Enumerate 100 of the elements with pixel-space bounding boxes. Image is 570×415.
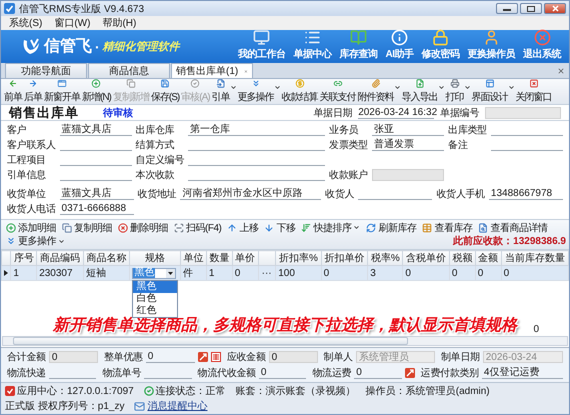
column-header: 当前库存数量 bbox=[501, 250, 568, 266]
toolbar-button[interactable]: 界面设计 bbox=[470, 79, 515, 104]
input-field[interactable]: 0 bbox=[146, 351, 195, 363]
restore-icon bbox=[527, 5, 535, 12]
tab[interactable]: 商品信息 bbox=[88, 63, 170, 78]
edit-icon[interactable] bbox=[198, 352, 208, 362]
header-action-button[interactable]: 修改密码 bbox=[420, 29, 462, 61]
column-header: 序号 bbox=[10, 250, 37, 266]
minimize-button[interactable] bbox=[496, 3, 518, 14]
toolbar-button[interactable]: 新增(N) bbox=[81, 79, 112, 104]
input-field[interactable]: 普通发票 bbox=[372, 139, 444, 151]
status-text: 正式版 授权序列号：p1_zy bbox=[5, 400, 124, 413]
tab[interactable]: 销售出库单(1) bbox=[171, 63, 253, 78]
input-field[interactable]: 0 bbox=[258, 367, 306, 379]
field-label: 业务员 bbox=[329, 124, 360, 137]
input-field[interactable]: 河南省郑州市金水区中原路 bbox=[180, 188, 322, 200]
grid-toolbar-button[interactable]: 扫码(F4) bbox=[172, 221, 224, 234]
window-title: 信管飞RMS专业版 V9.4.673 bbox=[19, 2, 144, 16]
toolbar-button[interactable]: 后单 bbox=[23, 79, 43, 104]
field-label: 收款账户 bbox=[329, 168, 368, 182]
restore-button[interactable] bbox=[520, 3, 542, 14]
input-field[interactable]: 4仅登记运费 bbox=[482, 367, 563, 379]
coin-icon bbox=[294, 79, 306, 88]
toolbar-button[interactable]: 关闭窗口 bbox=[514, 79, 553, 104]
header-action-button[interactable]: 单据中心 bbox=[292, 29, 334, 61]
grid-toolbar-button[interactable]: 复制明细 bbox=[60, 221, 114, 234]
input-field[interactable]: 第一仓库 bbox=[188, 124, 326, 136]
menu-item[interactable]: 帮助(H) bbox=[96, 16, 142, 30]
message-center-link[interactable]: 消息提醒中心 bbox=[147, 399, 208, 413]
sort-icon bbox=[301, 222, 312, 232]
field-label: 应收金额 bbox=[226, 350, 266, 364]
arrow-down-icon bbox=[264, 222, 274, 232]
book-icon bbox=[350, 29, 367, 46]
input-field[interactable] bbox=[485, 106, 561, 118]
arrow-up-icon bbox=[227, 222, 238, 232]
tab[interactable]: 功能导航面 bbox=[5, 63, 87, 78]
grid-toolbar-button[interactable]: 快捷排序 bbox=[299, 221, 362, 234]
table-cell: 0 bbox=[475, 266, 502, 280]
plus-icon bbox=[6, 222, 16, 232]
grid-toolbar-button[interactable]: 更多操作 bbox=[4, 234, 67, 248]
toolbar-button[interactable]: 新窗开单 bbox=[43, 79, 81, 104]
status-text: 连接状态：正常 bbox=[156, 384, 226, 398]
field-label: 客户 bbox=[7, 124, 28, 137]
menu-item[interactable]: 系统(S) bbox=[3, 16, 48, 30]
input-field[interactable]: 蓝猫文具店 bbox=[60, 188, 134, 200]
toolbar-button[interactable]: 导入导出 bbox=[400, 79, 445, 104]
input-field[interactable] bbox=[372, 169, 444, 181]
caret-icon bbox=[58, 238, 65, 244]
column-header: 折扣率% bbox=[276, 250, 322, 266]
header-action-button[interactable]: 库存查询 bbox=[338, 29, 380, 61]
dropdown-option[interactable]: 黑色 bbox=[133, 280, 178, 292]
field-label: 收货人手机 bbox=[436, 188, 485, 201]
column-header: 税额 bbox=[449, 250, 476, 266]
grid-toolbar-button[interactable]: 删除明细 bbox=[116, 221, 170, 234]
field-label: 制单人 bbox=[324, 350, 353, 364]
table-icon bbox=[422, 222, 432, 232]
grid-toolbar-button[interactable]: 查看库存 bbox=[420, 221, 474, 234]
toolbar-button[interactable]: 收款结算 bbox=[280, 79, 319, 104]
column-header: 金额 bbox=[475, 250, 502, 266]
toolbar-button[interactable]: 打印 bbox=[444, 79, 471, 104]
dropdown-button[interactable] bbox=[166, 268, 176, 278]
grid-toolbar-button[interactable]: 刷新库存 bbox=[364, 221, 418, 234]
edit-icon[interactable] bbox=[404, 368, 415, 378]
toolbar-button[interactable]: 更多操作 bbox=[236, 79, 281, 104]
input-field[interactable]: 13488667978 bbox=[488, 188, 563, 200]
grid-toolbar-button[interactable]: 查看商品详情 bbox=[476, 221, 550, 234]
input-field[interactable]: 张亚 bbox=[372, 124, 444, 136]
toolbar-button[interactable]: 前单 bbox=[3, 79, 23, 104]
grid-toolbar-button[interactable]: 下移 bbox=[262, 221, 298, 234]
date-field[interactable]: 2026-03-24 16:32 bbox=[358, 106, 434, 118]
horizontal-scrollbar[interactable] bbox=[2, 336, 568, 346]
input-field[interactable]: 0 bbox=[354, 367, 402, 379]
input-field[interactable]: 蓝猫文具店 bbox=[60, 124, 132, 136]
toolbar-button[interactable]: 保存(S) bbox=[150, 79, 180, 104]
close-icon bbox=[534, 29, 550, 46]
close-icon[interactable] bbox=[557, 66, 565, 74]
monitor-icon bbox=[253, 29, 270, 46]
menu-item[interactable]: 窗口(W) bbox=[48, 16, 96, 30]
input-field[interactable]: 0371-6666888 bbox=[60, 203, 134, 215]
header-action-button[interactable]: 更换操作员 bbox=[466, 29, 517, 61]
close-icon bbox=[528, 79, 540, 88]
toolbar-button[interactable]: 引单 bbox=[210, 79, 237, 104]
arrow-left-icon bbox=[7, 79, 19, 88]
header-action-button[interactable]: 我的工作台 bbox=[236, 29, 288, 61]
grid-toolbar-button[interactable]: 上移 bbox=[225, 221, 260, 234]
file-search-icon bbox=[478, 222, 488, 232]
input-field[interactable]: 0 bbox=[48, 351, 98, 363]
toolbar-button[interactable]: 关联支付 bbox=[318, 79, 357, 104]
list-icon bbox=[304, 29, 321, 46]
close-button[interactable] bbox=[544, 3, 566, 14]
grid-icon[interactable] bbox=[210, 352, 221, 362]
field-label: 出库类型 bbox=[448, 124, 487, 137]
header-action-button[interactable]: 退出系统 bbox=[521, 29, 563, 61]
header-action-button[interactable]: AI助手 bbox=[384, 29, 416, 61]
grid-toolbar-button[interactable]: 添加明细 bbox=[4, 221, 58, 234]
caption-text: 新开销售单选择商品，多规格可直接下拉选择，默认显示首填规格 bbox=[53, 316, 517, 336]
double-chevron-icon bbox=[6, 236, 16, 246]
input-field[interactable]: 0 bbox=[268, 351, 318, 363]
toolbar-button[interactable]: 附件资料 bbox=[356, 79, 401, 104]
table-cell: 0 bbox=[501, 266, 568, 280]
